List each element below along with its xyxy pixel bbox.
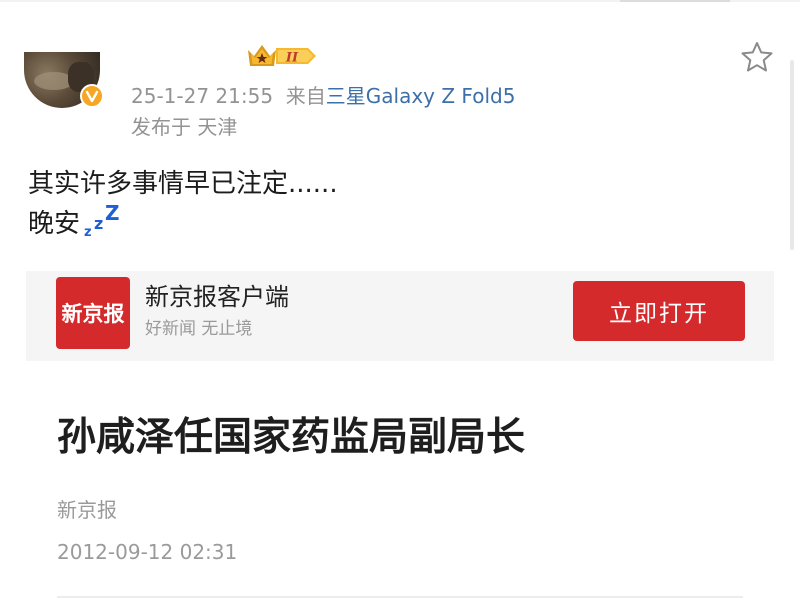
article-title: 孙咸泽任国家药监局副局长: [57, 415, 526, 460]
post-body: 其实许多事情早已注定...... 晚安 z z Z: [28, 164, 338, 250]
top-divider-accent: [620, 0, 730, 2]
vip-crown-icon[interactable]: II: [246, 40, 320, 72]
favorite-star-button[interactable]: [738, 38, 776, 76]
app-slogan: 好新闻 无止境: [145, 319, 253, 339]
svg-text:z: z: [84, 225, 92, 238]
zzz-icon: z z Z: [82, 201, 122, 250]
app-download-banner[interactable]: 新京报 新京报客户端 好新闻 无止境 立即打开: [26, 271, 774, 361]
weibo-post-page: II 25-1-27 21:55 来自三星Galaxy Z Fold5 发布于 …: [0, 0, 800, 599]
article-source: 新京报: [57, 498, 117, 522]
svg-text:z: z: [94, 214, 103, 233]
verified-badge-icon: [80, 84, 104, 108]
svg-text:II: II: [285, 51, 299, 66]
post-text-line-2: 晚安 z z Z: [28, 201, 338, 250]
app-name: 新京报客户端: [145, 283, 289, 311]
post-timestamp: 25-1-27 21:55: [131, 84, 274, 108]
post-text-line: 其实许多事情早已注定......: [28, 169, 338, 199]
bottom-divider: [57, 596, 743, 598]
goodnight-text: 晚安: [28, 209, 81, 239]
app-logo: 新京报: [56, 277, 130, 349]
post-meta: 25-1-27 21:55 来自三星Galaxy Z Fold5: [131, 82, 515, 110]
article-datetime: 2012-09-12 02:31: [57, 540, 238, 564]
source-prefix: 来自: [285, 84, 326, 108]
scrollbar[interactable]: [790, 60, 794, 250]
star-outline-icon: [741, 42, 773, 72]
svg-text:Z: Z: [105, 204, 120, 225]
open-app-button[interactable]: 立即打开: [573, 281, 745, 341]
post-location: 发布于 天津: [131, 115, 238, 139]
source-device-link[interactable]: 三星Galaxy Z Fold5: [326, 84, 516, 108]
